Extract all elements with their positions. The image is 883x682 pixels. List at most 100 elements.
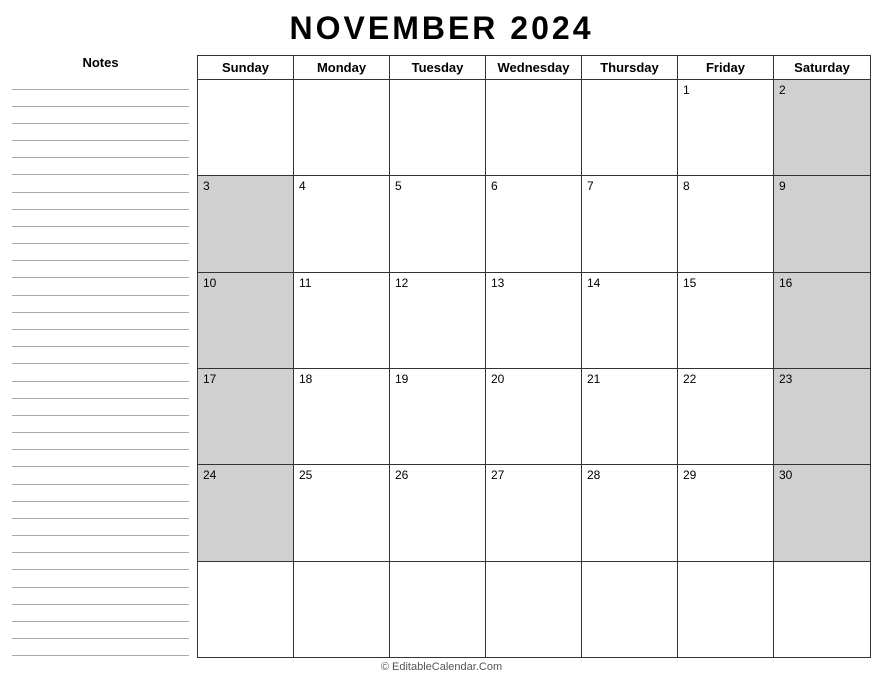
calendar-day-27[interactable]: 27	[486, 465, 582, 560]
calendar-day-1[interactable]: 1	[678, 80, 774, 175]
calendar-day-16[interactable]: 16	[774, 273, 870, 368]
note-line[interactable]	[12, 299, 189, 313]
calendar-day-29[interactable]: 29	[678, 465, 774, 560]
note-line[interactable]	[12, 539, 189, 553]
date-number: 26	[395, 468, 408, 482]
date-number: 23	[779, 372, 792, 386]
note-line[interactable]	[12, 230, 189, 244]
calendar-day-14[interactable]: 14	[582, 273, 678, 368]
date-number: 29	[683, 468, 696, 482]
date-number: 5	[395, 179, 402, 193]
calendar-day-12[interactable]: 12	[390, 273, 486, 368]
calendar-week-3: 10 11 12 13 14 1516	[198, 273, 870, 369]
note-line[interactable]	[12, 556, 189, 570]
calendar-empty-cell	[774, 562, 870, 657]
calendar-empty-cell	[198, 80, 294, 175]
calendar-day-4[interactable]: 4	[294, 176, 390, 271]
day-header-wednesday: Wednesday	[486, 56, 582, 79]
note-line[interactable]	[12, 213, 189, 227]
calendar-day-7[interactable]: 7	[582, 176, 678, 271]
note-line[interactable]	[12, 453, 189, 467]
calendar-day-23[interactable]: 23	[774, 369, 870, 464]
calendar-day-22[interactable]: 22	[678, 369, 774, 464]
note-line[interactable]	[12, 436, 189, 450]
calendar-empty-cell	[390, 562, 486, 657]
footer: © EditableCalendar.Com	[12, 658, 871, 674]
date-number: 22	[683, 372, 696, 386]
calendar-day-9[interactable]: 9	[774, 176, 870, 271]
date-number: 25	[299, 468, 312, 482]
note-line[interactable]	[12, 368, 189, 382]
calendar-day-21[interactable]: 21	[582, 369, 678, 464]
note-line[interactable]	[12, 179, 189, 193]
calendar-day-8[interactable]: 8	[678, 176, 774, 271]
note-line[interactable]	[12, 282, 189, 296]
date-number: 8	[683, 179, 690, 193]
calendar-day-25[interactable]: 25	[294, 465, 390, 560]
note-line[interactable]	[12, 488, 189, 502]
calendar-empty-cell	[294, 562, 390, 657]
note-line[interactable]	[12, 591, 189, 605]
note-line[interactable]	[12, 350, 189, 364]
note-line[interactable]	[12, 625, 189, 639]
calendar-empty-cell	[486, 80, 582, 175]
main-content: Notes SundayMondayTuesdayWednesdayThursd…	[12, 55, 871, 658]
note-line[interactable]	[12, 402, 189, 416]
calendar-day-28[interactable]: 28	[582, 465, 678, 560]
calendar-day-17[interactable]: 17	[198, 369, 294, 464]
note-line[interactable]	[12, 608, 189, 622]
note-line[interactable]	[12, 196, 189, 210]
note-line[interactable]	[12, 247, 189, 261]
page: NOVEMBER 2024 Notes SundayMondayTuesdayW…	[0, 0, 883, 682]
date-number: 28	[587, 468, 600, 482]
note-line[interactable]	[12, 144, 189, 158]
date-number: 24	[203, 468, 216, 482]
calendar-day-3[interactable]: 3	[198, 176, 294, 271]
calendar-week-5: 24 25 26 27 28 29 30	[198, 465, 870, 561]
date-number: 9	[779, 179, 786, 193]
note-line[interactable]	[12, 574, 189, 588]
calendar-day-6[interactable]: 6	[486, 176, 582, 271]
note-line[interactable]	[12, 127, 189, 141]
note-line[interactable]	[12, 385, 189, 399]
note-line[interactable]	[12, 642, 189, 656]
calendar-empty-cell	[582, 562, 678, 657]
note-line[interactable]	[12, 316, 189, 330]
notes-lines[interactable]	[12, 74, 189, 658]
date-number: 13	[491, 276, 504, 290]
date-number: 6	[491, 179, 498, 193]
day-header-saturday: Saturday	[774, 56, 870, 79]
date-number: 11	[299, 276, 311, 290]
calendar-day-11[interactable]: 11	[294, 273, 390, 368]
calendar-day-19[interactable]: 19	[390, 369, 486, 464]
calendar-day-24[interactable]: 24	[198, 465, 294, 560]
calendar-empty-cell	[294, 80, 390, 175]
calendar-day-15[interactable]: 15	[678, 273, 774, 368]
day-header-sunday: Sunday	[198, 56, 294, 79]
calendar-day-13[interactable]: 13	[486, 273, 582, 368]
calendar-day-5[interactable]: 5	[390, 176, 486, 271]
calendar-empty-cell	[486, 562, 582, 657]
note-line[interactable]	[12, 264, 189, 278]
note-line[interactable]	[12, 505, 189, 519]
note-line[interactable]	[12, 522, 189, 536]
calendar-day-2[interactable]: 2	[774, 80, 870, 175]
note-line[interactable]	[12, 471, 189, 485]
notes-section: Notes	[12, 55, 197, 658]
note-line[interactable]	[12, 93, 189, 107]
calendar-day-30[interactable]: 30	[774, 465, 870, 560]
date-number: 14	[587, 276, 600, 290]
calendar-week-6	[198, 562, 870, 657]
calendar-day-10[interactable]: 10	[198, 273, 294, 368]
note-line[interactable]	[12, 110, 189, 124]
note-line[interactable]	[12, 76, 189, 90]
note-line[interactable]	[12, 333, 189, 347]
calendar-day-18[interactable]: 18	[294, 369, 390, 464]
note-line[interactable]	[12, 161, 189, 175]
calendar-day-26[interactable]: 26	[390, 465, 486, 560]
date-number: 30	[779, 468, 792, 482]
calendar-empty-cell	[678, 562, 774, 657]
calendar-day-20[interactable]: 20	[486, 369, 582, 464]
calendar-empty-cell	[198, 562, 294, 657]
note-line[interactable]	[12, 419, 189, 433]
